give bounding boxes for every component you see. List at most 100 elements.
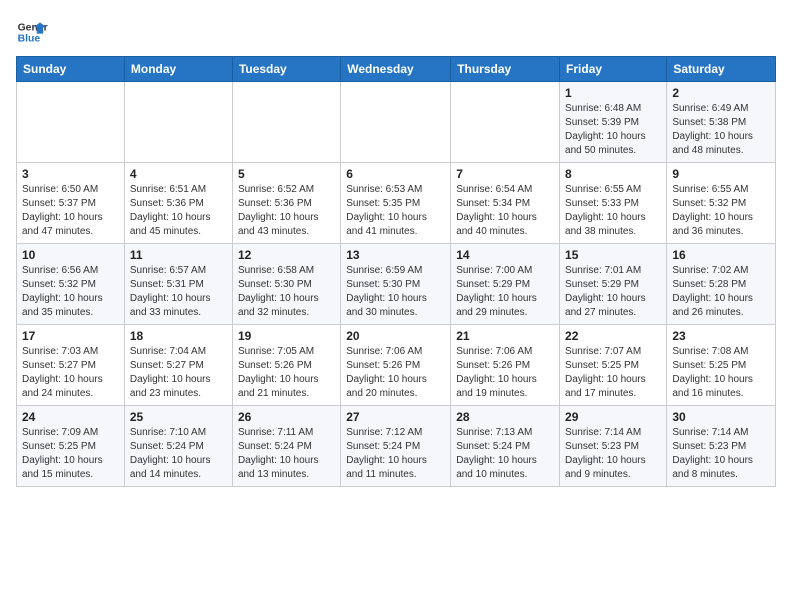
day-number: 15 xyxy=(565,248,661,262)
day-info: Sunrise: 6:54 AM Sunset: 5:34 PM Dayligh… xyxy=(456,183,554,239)
days-of-week-row: SundayMondayTuesdayWednesdayThursdayFrid… xyxy=(17,57,776,82)
calendar-day-cell: 27 Sunrise: 7:12 AM Sunset: 5:24 PM Dayli… xyxy=(341,406,451,487)
calendar-day-cell: 17 Sunrise: 7:03 AM Sunset: 5:27 PM Dayli… xyxy=(17,325,125,406)
day-number: 11 xyxy=(130,248,227,262)
calendar-day-cell: 25 Sunrise: 7:10 AM Sunset: 5:24 PM Dayli… xyxy=(124,406,232,487)
calendar-day-cell: 22 Sunrise: 7:07 AM Sunset: 5:25 PM Dayli… xyxy=(560,325,667,406)
day-info: Sunrise: 6:57 AM Sunset: 5:31 PM Dayligh… xyxy=(130,264,227,320)
day-number: 13 xyxy=(346,248,445,262)
day-number: 2 xyxy=(672,86,770,100)
day-info: Sunrise: 7:08 AM Sunset: 5:25 PM Dayligh… xyxy=(672,345,770,401)
day-info: Sunrise: 7:10 AM Sunset: 5:24 PM Dayligh… xyxy=(130,426,227,482)
calendar-day-cell: 21 Sunrise: 7:06 AM Sunset: 5:26 PM Dayli… xyxy=(451,325,560,406)
calendar-day-cell: 4Sunrise: 6:51 AM Sunset: 5:36 PM Daylig… xyxy=(124,163,232,244)
day-of-week-header: Thursday xyxy=(451,57,560,82)
logo-icon: General Blue xyxy=(16,16,48,48)
calendar-week-row: 1 Sunrise: 6:48 AM Sunset: 5:39 PM Daylig… xyxy=(17,82,776,163)
day-number: 6 xyxy=(346,167,445,181)
day-number: 18 xyxy=(130,329,227,343)
day-number: 23 xyxy=(672,329,770,343)
day-info: Sunrise: 6:53 AM Sunset: 5:35 PM Dayligh… xyxy=(346,183,445,239)
day-number: 9 xyxy=(672,167,770,181)
day-info: Sunrise: 7:09 AM Sunset: 5:25 PM Dayligh… xyxy=(22,426,119,482)
day-info: Sunrise: 7:02 AM Sunset: 5:28 PM Dayligh… xyxy=(672,264,770,320)
day-number: 16 xyxy=(672,248,770,262)
calendar-day-cell xyxy=(341,82,451,163)
day-info: Sunrise: 6:58 AM Sunset: 5:30 PM Dayligh… xyxy=(238,264,335,320)
calendar-week-row: 10Sunrise: 6:56 AM Sunset: 5:32 PM Dayli… xyxy=(17,244,776,325)
day-of-week-header: Wednesday xyxy=(341,57,451,82)
calendar-day-cell: 30Sunrise: 7:14 AM Sunset: 5:23 PM Dayli… xyxy=(667,406,776,487)
day-of-week-header: Tuesday xyxy=(232,57,340,82)
calendar-header: SundayMondayTuesdayWednesdayThursdayFrid… xyxy=(17,57,776,82)
day-info: Sunrise: 6:48 AM Sunset: 5:39 PM Dayligh… xyxy=(565,102,661,158)
calendar-day-cell: 13 Sunrise: 6:59 AM Sunset: 5:30 PM Dayli… xyxy=(341,244,451,325)
day-number: 3 xyxy=(22,167,119,181)
day-number: 1 xyxy=(565,86,661,100)
calendar-day-cell: 7 Sunrise: 6:54 AM Sunset: 5:34 PM Daylig… xyxy=(451,163,560,244)
calendar-day-cell: 5 Sunrise: 6:52 AM Sunset: 5:36 PM Daylig… xyxy=(232,163,340,244)
calendar-day-cell: 23 Sunrise: 7:08 AM Sunset: 5:25 PM Dayli… xyxy=(667,325,776,406)
calendar-week-row: 3 Sunrise: 6:50 AM Sunset: 5:37 PM Daylig… xyxy=(17,163,776,244)
day-info: Sunrise: 6:50 AM Sunset: 5:37 PM Dayligh… xyxy=(22,183,119,239)
day-number: 4 xyxy=(130,167,227,181)
header: General Blue xyxy=(16,16,776,48)
day-info: Sunrise: 6:55 AM Sunset: 5:33 PM Dayligh… xyxy=(565,183,661,239)
day-info: Sunrise: 7:06 AM Sunset: 5:26 PM Dayligh… xyxy=(346,345,445,401)
calendar-day-cell: 12Sunrise: 6:58 AM Sunset: 5:30 PM Dayli… xyxy=(232,244,340,325)
calendar-day-cell: 16 Sunrise: 7:02 AM Sunset: 5:28 PM Dayli… xyxy=(667,244,776,325)
calendar-day-cell: 9Sunrise: 6:55 AM Sunset: 5:32 PM Daylig… xyxy=(667,163,776,244)
day-of-week-header: Saturday xyxy=(667,57,776,82)
calendar-day-cell: 26 Sunrise: 7:11 AM Sunset: 5:24 PM Dayli… xyxy=(232,406,340,487)
calendar-day-cell: 20 Sunrise: 7:06 AM Sunset: 5:26 PM Dayli… xyxy=(341,325,451,406)
day-number: 22 xyxy=(565,329,661,343)
calendar-day-cell: 2 Sunrise: 6:49 AM Sunset: 5:38 PM Daylig… xyxy=(667,82,776,163)
calendar-body: 1 Sunrise: 6:48 AM Sunset: 5:39 PM Daylig… xyxy=(17,82,776,487)
day-number: 10 xyxy=(22,248,119,262)
day-info: Sunrise: 7:06 AM Sunset: 5:26 PM Dayligh… xyxy=(456,345,554,401)
day-info: Sunrise: 7:07 AM Sunset: 5:25 PM Dayligh… xyxy=(565,345,661,401)
day-number: 25 xyxy=(130,410,227,424)
day-info: Sunrise: 6:52 AM Sunset: 5:36 PM Dayligh… xyxy=(238,183,335,239)
day-number: 20 xyxy=(346,329,445,343)
day-number: 27 xyxy=(346,410,445,424)
day-info: Sunrise: 7:13 AM Sunset: 5:24 PM Dayligh… xyxy=(456,426,554,482)
calendar-day-cell: 1 Sunrise: 6:48 AM Sunset: 5:39 PM Daylig… xyxy=(560,82,667,163)
calendar-week-row: 17 Sunrise: 7:03 AM Sunset: 5:27 PM Dayli… xyxy=(17,325,776,406)
calendar-day-cell: 18 Sunrise: 7:04 AM Sunset: 5:27 PM Dayli… xyxy=(124,325,232,406)
day-info: Sunrise: 7:14 AM Sunset: 5:23 PM Dayligh… xyxy=(672,426,770,482)
day-info: Sunrise: 7:03 AM Sunset: 5:27 PM Dayligh… xyxy=(22,345,119,401)
svg-text:Blue: Blue xyxy=(18,34,41,45)
day-number: 28 xyxy=(456,410,554,424)
calendar-day-cell: 6 Sunrise: 6:53 AM Sunset: 5:35 PM Daylig… xyxy=(341,163,451,244)
day-info: Sunrise: 7:01 AM Sunset: 5:29 PM Dayligh… xyxy=(565,264,661,320)
day-info: Sunrise: 7:11 AM Sunset: 5:24 PM Dayligh… xyxy=(238,426,335,482)
day-number: 5 xyxy=(238,167,335,181)
day-number: 14 xyxy=(456,248,554,262)
day-number: 8 xyxy=(565,167,661,181)
day-info: Sunrise: 6:59 AM Sunset: 5:30 PM Dayligh… xyxy=(346,264,445,320)
day-number: 21 xyxy=(456,329,554,343)
day-of-week-header: Friday xyxy=(560,57,667,82)
day-number: 7 xyxy=(456,167,554,181)
day-info: Sunrise: 6:49 AM Sunset: 5:38 PM Dayligh… xyxy=(672,102,770,158)
calendar-day-cell xyxy=(232,82,340,163)
day-number: 26 xyxy=(238,410,335,424)
calendar-day-cell: 3 Sunrise: 6:50 AM Sunset: 5:37 PM Daylig… xyxy=(17,163,125,244)
logo: General Blue xyxy=(16,16,48,48)
calendar-day-cell: 11 Sunrise: 6:57 AM Sunset: 5:31 PM Dayli… xyxy=(124,244,232,325)
day-info: Sunrise: 7:12 AM Sunset: 5:24 PM Dayligh… xyxy=(346,426,445,482)
calendar-day-cell: 10Sunrise: 6:56 AM Sunset: 5:32 PM Dayli… xyxy=(17,244,125,325)
day-number: 19 xyxy=(238,329,335,343)
day-info: Sunrise: 7:05 AM Sunset: 5:26 PM Dayligh… xyxy=(238,345,335,401)
calendar-day-cell: 28 Sunrise: 7:13 AM Sunset: 5:24 PM Dayli… xyxy=(451,406,560,487)
calendar-day-cell: 19 Sunrise: 7:05 AM Sunset: 5:26 PM Dayli… xyxy=(232,325,340,406)
day-number: 17 xyxy=(22,329,119,343)
calendar-day-cell: 29Sunrise: 7:14 AM Sunset: 5:23 PM Dayli… xyxy=(560,406,667,487)
day-info: Sunrise: 7:04 AM Sunset: 5:27 PM Dayligh… xyxy=(130,345,227,401)
calendar-week-row: 24 Sunrise: 7:09 AM Sunset: 5:25 PM Dayli… xyxy=(17,406,776,487)
calendar-day-cell: 14Sunrise: 7:00 AM Sunset: 5:29 PM Dayli… xyxy=(451,244,560,325)
day-number: 24 xyxy=(22,410,119,424)
calendar-day-cell xyxy=(124,82,232,163)
day-number: 29 xyxy=(565,410,661,424)
